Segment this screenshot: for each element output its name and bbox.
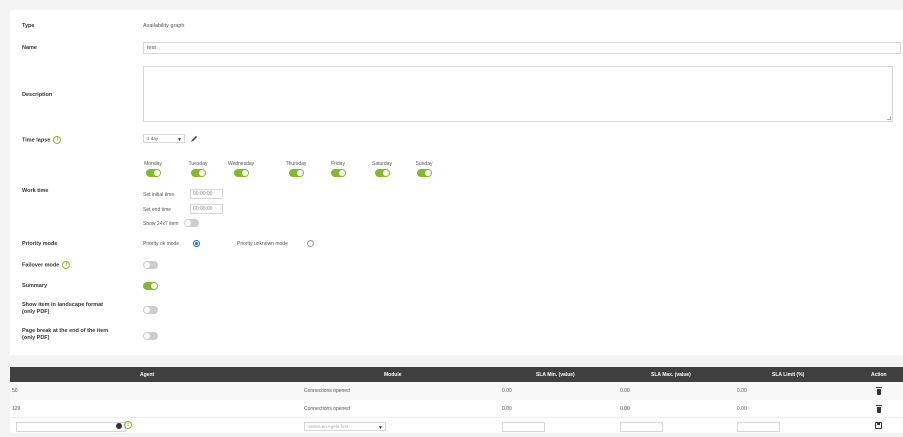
day-sunday: Sunday: [409, 161, 439, 179]
table-row: 50 Connections opened 0.00 0.00 0.00: [10, 382, 903, 400]
day-toggle[interactable]: [374, 169, 390, 177]
day-label: Sunday: [415, 161, 433, 167]
save-icon[interactable]: [875, 422, 882, 429]
col-sla-min: SLA Min. (value): [536, 372, 575, 378]
col-action: Action: [871, 372, 887, 378]
description-textarea[interactable]: [143, 66, 893, 122]
resize-grip-icon[interactable]: [887, 116, 891, 120]
col-sla-max: SLA Max. (value): [651, 372, 691, 378]
chevron-down-icon: ▼: [378, 425, 383, 431]
report-item-form: Type Availability graph Name test Descri…: [10, 10, 903, 355]
day-toggle[interactable]: [330, 169, 346, 177]
row-sla-limit: 0.00: [737, 406, 747, 412]
sla-max-input[interactable]: [620, 422, 663, 432]
agent-search-input[interactable]: [16, 422, 126, 432]
summary-label: Summary: [22, 283, 48, 289]
day-label: Monday: [144, 161, 162, 167]
page-break-label-line-1: Page break at the end of the item: [22, 328, 109, 334]
page-break-label-line-2: (only PDF): [22, 335, 50, 341]
pencil-icon[interactable]: [190, 135, 198, 143]
landscape-label-line-2: (only PDF): [22, 309, 50, 315]
row-sla-limit: 0.00: [737, 388, 747, 394]
agent-search-icon[interactable]: [116, 423, 122, 429]
col-agent: Agent: [140, 372, 155, 378]
page-break-toggle[interactable]: [143, 332, 158, 340]
day-toggle[interactable]: [233, 169, 249, 177]
day-label: Saturday: [371, 161, 392, 167]
row-sla-min: 0.00: [502, 406, 512, 412]
sla-limit-input[interactable]: [737, 422, 780, 432]
name-label: Name: [22, 45, 37, 51]
day-toggle[interactable]: [288, 169, 304, 177]
row-sla-max: 0.00: [620, 406, 630, 412]
show-24x7-label: Show 24x7 item: [143, 221, 179, 227]
day-toggle[interactable]: [190, 169, 206, 177]
module-select-placeholder: Select an Agent first: [308, 424, 349, 429]
day-label: Friday: [331, 161, 345, 167]
description-label: Description: [22, 92, 53, 98]
day-label: Tuesday: [188, 161, 208, 167]
row-module: Connections opened: [304, 406, 350, 412]
priority-ok-label: Priority ok mode: [143, 241, 180, 247]
day-label: Thursday: [285, 161, 307, 167]
type-label: Type: [22, 23, 35, 29]
time-lapse-label: Time lapse i: [22, 136, 62, 144]
info-icon[interactable]: i: [62, 261, 71, 269]
row-sla-max: 0.00: [620, 388, 630, 394]
work-time-label: Work time: [22, 188, 49, 194]
priority-unknown-label: Priority unknown mode: [237, 241, 288, 247]
failover-mode-label-text: Failover mode: [22, 262, 60, 269]
chevron-down-icon: ▼: [177, 137, 182, 143]
initial-time-input[interactable]: 00:00:00: [190, 189, 223, 199]
delete-icon[interactable]: [876, 387, 882, 395]
type-value: Availability graph: [143, 23, 185, 29]
time-lapse-value: 1 day: [147, 136, 159, 141]
failover-mode-toggle[interactable]: [143, 261, 158, 269]
sla-items-table: Agent Module SLA Min. (value) SLA Max. (…: [10, 367, 903, 434]
landscape-label: Show item in landscape format (only PDF): [22, 302, 103, 316]
day-friday: Friday: [323, 161, 353, 179]
col-module: Module: [384, 372, 402, 378]
name-input[interactable]: test: [143, 42, 901, 54]
table-header: Agent Module SLA Min. (value) SLA Max. (…: [10, 367, 903, 382]
day-saturday: Saturday: [367, 161, 397, 179]
info-icon[interactable]: i: [124, 421, 132, 429]
new-item-row: i Select an Agent first ▼: [10, 418, 903, 434]
time-lapse-label-text: Time lapse: [22, 137, 51, 144]
day-label: Wednesday: [227, 161, 255, 167]
day-wednesday: Wednesday: [226, 161, 256, 179]
row-agent: 129: [12, 406, 21, 412]
failover-mode-label: Failover mode i: [22, 261, 71, 269]
row-agent: 50: [12, 388, 18, 394]
page-break-label: Page break at the end of the item (only …: [22, 328, 108, 342]
priority-mode-label: Priority mode: [22, 241, 58, 247]
day-tuesday: Tuesday: [183, 161, 213, 179]
module-select[interactable]: Select an Agent first ▼: [304, 422, 386, 431]
priority-unknown-radio[interactable]: [307, 240, 314, 247]
info-icon[interactable]: i: [53, 136, 62, 144]
delete-icon[interactable]: [876, 405, 882, 413]
set-initial-time-label: Set initial time: [143, 192, 175, 198]
end-time-input[interactable]: 00:00:00: [190, 204, 223, 214]
row-module: Connections opened: [304, 388, 350, 394]
show-24x7-toggle[interactable]: [184, 219, 199, 227]
landscape-label-line-1: Show item in landscape format: [22, 302, 103, 308]
day-thursday: Thursday: [281, 161, 311, 179]
row-sla-min: 0.00: [502, 388, 512, 394]
summary-toggle[interactable]: [143, 282, 158, 290]
set-end-time-label: Set end time: [143, 207, 172, 213]
table-row: 129 Connections opened 0.00 0.00 0.00: [10, 400, 903, 418]
time-lapse-select[interactable]: 1 day ▼: [143, 134, 185, 143]
priority-ok-radio[interactable]: [193, 240, 200, 247]
sla-min-input[interactable]: [502, 422, 545, 432]
day-monday: Monday: [138, 161, 168, 179]
col-sla-limit: SLA Limit (%): [772, 372, 805, 378]
day-toggle[interactable]: [145, 169, 161, 177]
landscape-toggle[interactable]: [143, 306, 158, 314]
day-toggle[interactable]: [416, 169, 432, 177]
